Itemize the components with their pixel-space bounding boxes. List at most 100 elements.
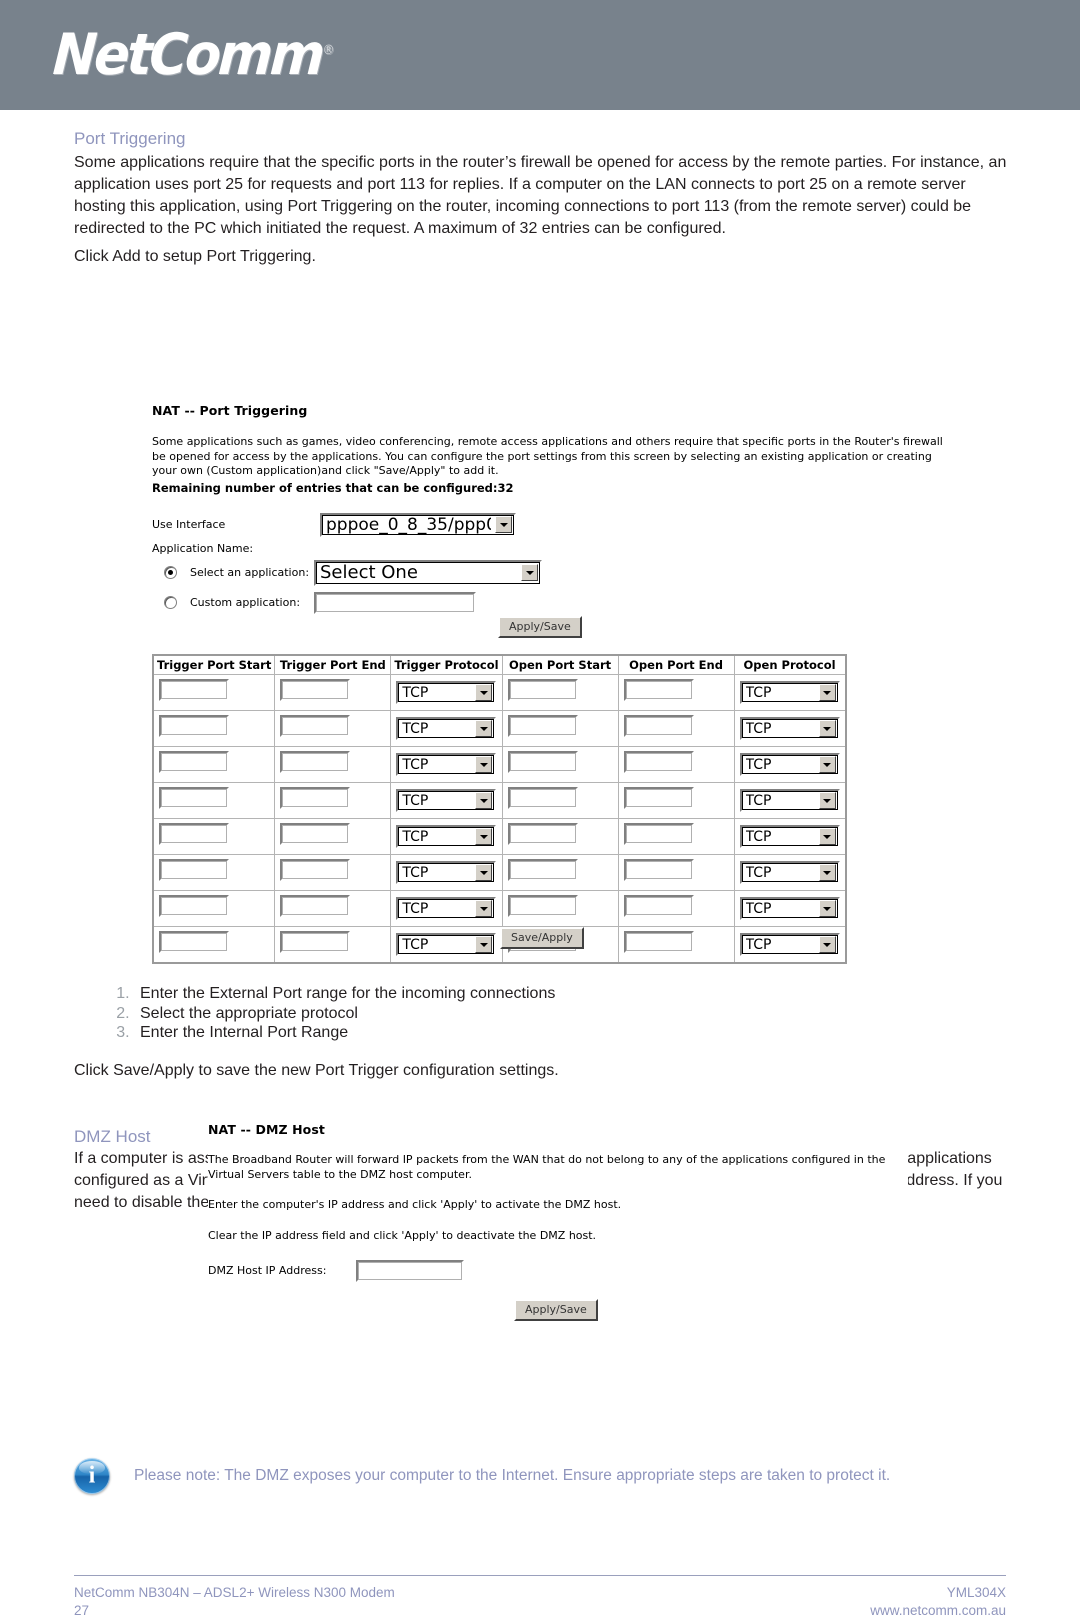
trigger-port-start-input[interactable]: [159, 931, 229, 953]
section-heading-dmz-host: DMZ Host: [74, 1127, 151, 1146]
chevron-down-icon[interactable]: [475, 684, 493, 701]
open-port-start-input[interactable]: [507, 715, 578, 737]
chevron-down-icon[interactable]: [475, 720, 493, 737]
open-protocol-select[interactable]: TCP: [739, 681, 840, 704]
chevron-down-icon[interactable]: [818, 792, 836, 809]
port-triggering-apply-save-button-top[interactable]: Apply/Save: [498, 616, 582, 638]
info-icon: [74, 1458, 110, 1494]
trigger-protocol-selected-value: TCP: [402, 936, 429, 953]
trigger-port-end-input[interactable]: [280, 823, 351, 845]
chevron-down-icon[interactable]: [818, 756, 836, 773]
port-triggering-description: Some applications require that the speci…: [74, 154, 1007, 238]
trigger-port-start-cell: [152, 926, 276, 964]
open-protocol-cell: TCP: [733, 674, 847, 711]
open-protocol-select[interactable]: TCP: [739, 933, 840, 956]
port-triggering-save-apply-button-bottom[interactable]: Save/Apply: [500, 927, 584, 949]
open-port-end-input[interactable]: [623, 787, 694, 809]
chevron-down-icon[interactable]: [818, 900, 836, 917]
chevron-down-icon[interactable]: [818, 720, 836, 737]
trigger-port-start-cell: [152, 710, 276, 747]
table-row: TCP TCP: [152, 890, 847, 927]
open-protocol-cell: TCP: [733, 818, 847, 855]
open-protocol-select[interactable]: TCP: [739, 717, 840, 740]
open-protocol-select[interactable]: TCP: [739, 753, 840, 776]
chevron-down-icon[interactable]: [818, 828, 836, 845]
open-port-end-input[interactable]: [623, 823, 694, 845]
open-port-end-input[interactable]: [623, 895, 694, 917]
chevron-down-icon[interactable]: [475, 936, 493, 953]
trigger-port-start-input[interactable]: [159, 859, 229, 881]
chevron-down-icon[interactable]: [818, 684, 836, 701]
trigger-port-start-cell: [152, 674, 276, 711]
application-name-label: Application Name:: [152, 541, 254, 555]
open-port-end-cell: [617, 926, 735, 964]
open-protocol-select[interactable]: TCP: [739, 897, 840, 920]
chevron-down-icon[interactable]: [475, 756, 493, 773]
open-protocol-selected-value: TCP: [745, 828, 772, 845]
trigger-protocol-cell: TCP: [390, 854, 503, 891]
trigger-protocol-select[interactable]: TCP: [396, 717, 497, 740]
trigger-protocol-selected-value: TCP: [402, 900, 429, 917]
trigger-protocol-select[interactable]: TCP: [396, 933, 497, 956]
open-protocol-select[interactable]: TCP: [739, 789, 840, 812]
footer-website-url[interactable]: www.netcomm.com.au: [870, 1602, 1006, 1620]
open-port-start-input[interactable]: [507, 751, 578, 773]
trigger-protocol-select[interactable]: TCP: [396, 681, 497, 704]
dmz-host-ip-input[interactable]: [356, 1259, 464, 1282]
trigger-port-end-input[interactable]: [280, 787, 351, 809]
open-protocol-select[interactable]: TCP: [739, 825, 840, 848]
trigger-port-end-input[interactable]: [280, 931, 351, 953]
custom-application-input[interactable]: [314, 591, 476, 614]
table-row: TCP TCP: [152, 782, 847, 819]
open-port-start-cell: [501, 746, 619, 783]
use-interface-select[interactable]: pppoe_0_8_35/ppp0: [320, 512, 516, 537]
trigger-protocol-select[interactable]: TCP: [396, 825, 497, 848]
trigger-port-end-input[interactable]: [280, 895, 351, 917]
chevron-down-icon[interactable]: [495, 516, 512, 534]
trigger-port-end-input[interactable]: [280, 751, 351, 773]
open-port-start-cell: [501, 890, 619, 927]
trigger-protocol-select[interactable]: TCP: [396, 789, 497, 812]
open-port-end-input[interactable]: [623, 859, 694, 881]
open-protocol-cell: TCP: [733, 782, 847, 819]
dmz-router-paragraph-1: The Broadband Router will forward IP pac…: [208, 1153, 886, 1181]
select-application-select[interactable]: Select One: [314, 559, 542, 586]
chevron-down-icon[interactable]: [818, 864, 836, 881]
trigger-protocol-select[interactable]: TCP: [396, 897, 497, 920]
open-port-end-input[interactable]: [623, 679, 694, 701]
trigger-protocol-select[interactable]: TCP: [396, 753, 497, 776]
chevron-down-icon[interactable]: [475, 828, 493, 845]
trigger-protocol-select[interactable]: TCP: [396, 861, 497, 884]
chevron-down-icon[interactable]: [475, 900, 493, 917]
trigger-port-start-cell: [152, 890, 276, 927]
open-port-start-input[interactable]: [507, 895, 578, 917]
trigger-port-start-input[interactable]: [159, 751, 229, 773]
dmz-apply-save-button[interactable]: Apply/Save: [514, 1298, 598, 1321]
trigger-port-start-input[interactable]: [159, 787, 229, 809]
trigger-port-start-input[interactable]: [159, 715, 229, 737]
open-port-start-input[interactable]: [507, 823, 578, 845]
table-row: TCP TCP: [152, 818, 847, 855]
open-port-start-input[interactable]: [507, 679, 578, 701]
open-port-end-input[interactable]: [623, 931, 694, 953]
port-triggering-closing-text: Click Save/Apply to save the new Port Tr…: [74, 1062, 559, 1079]
trigger-port-start-input[interactable]: [159, 895, 229, 917]
chevron-down-icon[interactable]: [475, 864, 493, 881]
open-port-start-input[interactable]: [507, 859, 578, 881]
trigger-port-end-input[interactable]: [280, 715, 351, 737]
router-ui-title-port-triggering: NAT -- Port Triggering: [152, 403, 308, 418]
chevron-down-icon[interactable]: [818, 936, 836, 953]
trigger-protocol-cell: TCP: [390, 926, 503, 964]
trigger-port-end-input[interactable]: [280, 679, 351, 701]
logo-wordmark: NetComm: [51, 22, 325, 88]
open-port-start-input[interactable]: [507, 787, 578, 809]
open-port-end-input[interactable]: [623, 751, 694, 773]
trigger-protocol-cell: TCP: [390, 818, 503, 855]
open-port-end-input[interactable]: [623, 715, 694, 737]
trigger-port-end-input[interactable]: [280, 859, 351, 881]
trigger-port-start-input[interactable]: [159, 823, 229, 845]
trigger-port-start-input[interactable]: [159, 679, 229, 701]
chevron-down-icon[interactable]: [521, 564, 538, 582]
chevron-down-icon[interactable]: [475, 792, 493, 809]
open-protocol-select[interactable]: TCP: [739, 861, 840, 884]
